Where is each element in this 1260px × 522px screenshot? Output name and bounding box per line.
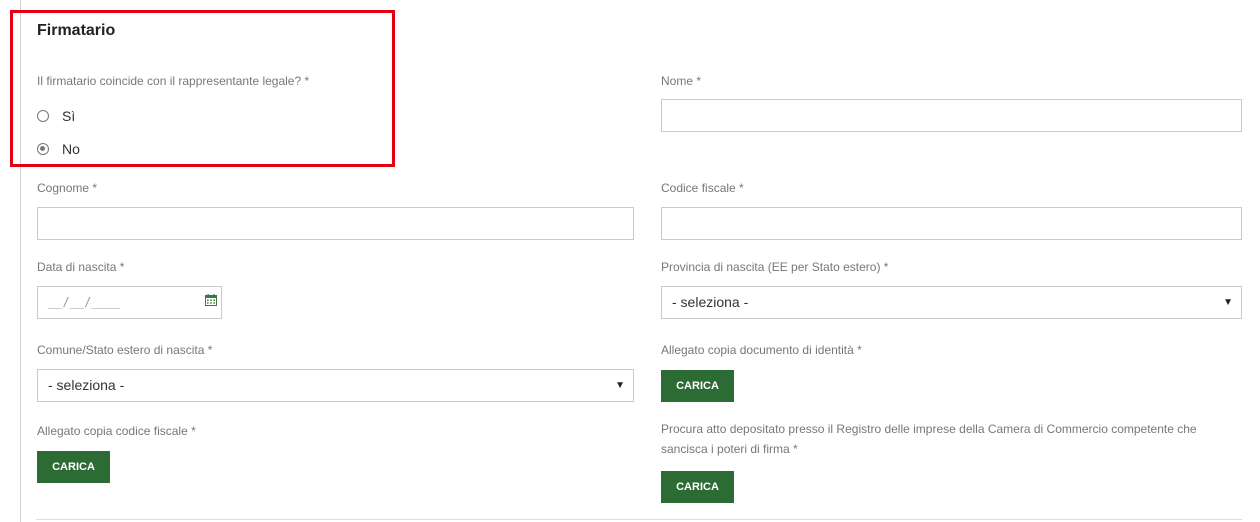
codice-fiscale-input[interactable] <box>661 207 1242 240</box>
procura-label: Procura atto depositato presso il Regist… <box>661 422 1197 456</box>
radio-no-label: No <box>62 141 80 157</box>
nome-input[interactable] <box>661 99 1242 132</box>
carica-procura-button[interactable]: CARICA <box>661 471 734 503</box>
chevron-down-icon: ▼ <box>1223 297 1233 308</box>
radio-option-si[interactable]: Sì <box>37 108 75 124</box>
allegato-codice-fiscale-label: Allegato copia codice fiscale * <box>37 424 196 438</box>
radio-si-label: Sì <box>62 108 76 124</box>
cognome-label: Cognome * <box>37 181 98 195</box>
provincia-nascita-select[interactable]: - seleziona - ▼ <box>661 286 1242 319</box>
radio-option-no[interactable]: No <box>37 141 80 157</box>
firmatario-form: Firmatario Il firmatario coincide con il… <box>0 0 1260 522</box>
cognome-input[interactable] <box>37 207 634 240</box>
comune-nascita-selected: - seleziona - <box>48 377 125 393</box>
calendar-icon[interactable] <box>205 294 217 306</box>
comune-nascita-label: Comune/Stato estero di nascita * <box>37 343 213 357</box>
radio-si-circle[interactable] <box>37 110 49 122</box>
nome-label: Nome * <box>661 74 702 88</box>
question-label: Il firmatario coincide con il rappresent… <box>37 74 310 88</box>
provincia-nascita-label: Provincia di nascita (EE per Stato ester… <box>661 260 889 274</box>
chevron-down-icon: ▼ <box>615 380 625 391</box>
allegato-identita-label: Allegato copia documento di identità * <box>661 343 862 357</box>
comune-nascita-select[interactable]: - seleziona - ▼ <box>37 369 634 402</box>
codice-fiscale-label: Codice fiscale * <box>661 181 744 195</box>
data-nascita-label: Data di nascita * <box>37 260 125 274</box>
radio-no-circle[interactable] <box>37 143 49 155</box>
section-title: Firmatario <box>37 22 116 39</box>
data-nascita-input[interactable]: __/__/____ <box>37 286 222 319</box>
bottom-divider <box>36 519 1242 520</box>
carica-codice-fiscale-button[interactable]: CARICA <box>37 451 110 483</box>
carica-identita-button[interactable]: CARICA <box>661 370 734 402</box>
provincia-nascita-selected: - seleziona - <box>672 294 749 310</box>
